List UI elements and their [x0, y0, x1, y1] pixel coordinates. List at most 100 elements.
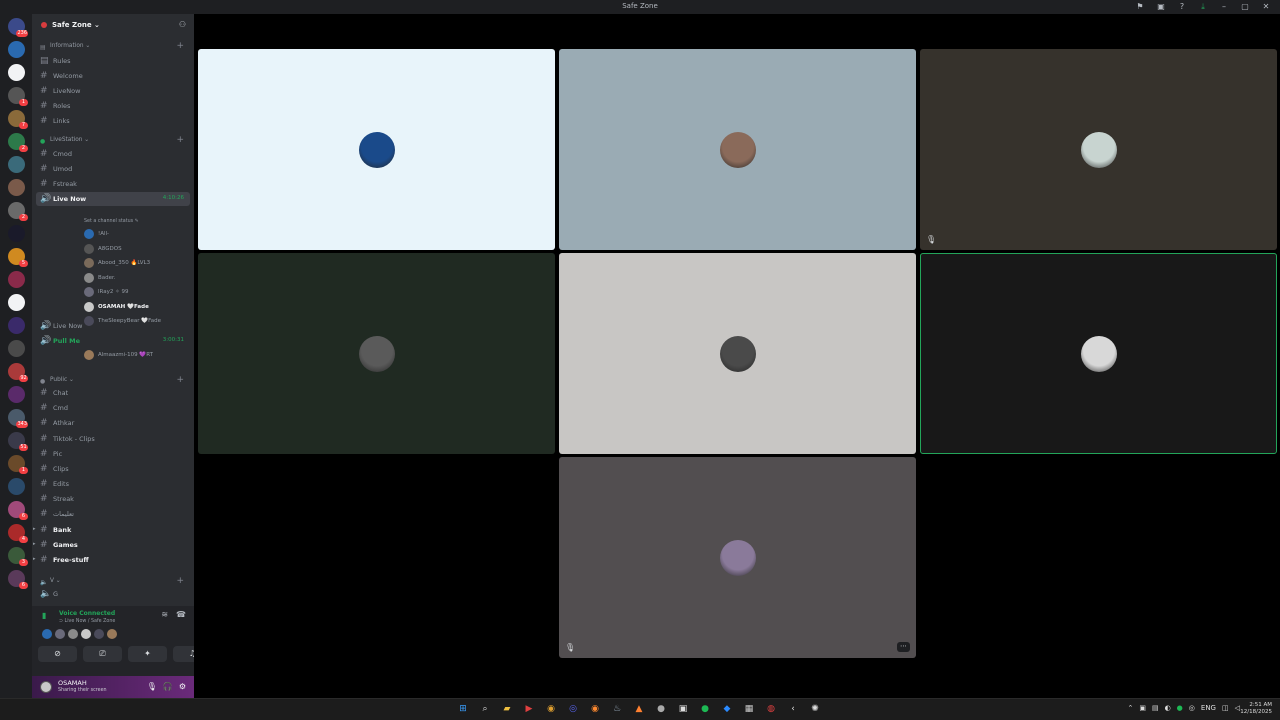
maximize-icon[interactable]: ▢ — [1239, 2, 1251, 12]
server-icon[interactable]: 1 — [8, 87, 28, 106]
firefox-icon[interactable]: ◉ — [587, 702, 603, 717]
channel-pic[interactable]: # Pic — [36, 447, 190, 461]
channel-cmd[interactable]: # Cmd — [36, 401, 190, 415]
server-icon[interactable] — [8, 225, 25, 242]
server-icon[interactable]: 3 — [8, 547, 28, 566]
channel-welcome[interactable]: # Welcome — [36, 69, 190, 83]
channel-rules[interactable]: ▤ Rules — [36, 54, 190, 68]
network-icon[interactable]: ◫ — [1222, 704, 1229, 712]
minimize-icon[interactable]: – — [1218, 2, 1230, 12]
video-app-icon[interactable]: ▶ — [521, 702, 537, 717]
server-icon[interactable]: 2 — [8, 133, 28, 152]
avatar[interactable] — [68, 629, 78, 639]
channel-roles[interactable]: # Roles — [36, 99, 190, 113]
tray-app-icon[interactable]: ▤ — [1152, 704, 1159, 712]
server-icon[interactable] — [8, 294, 25, 311]
back-icon[interactable]: ‹ — [785, 702, 801, 717]
video-tile[interactable] — [920, 253, 1277, 454]
avatar[interactable] — [107, 629, 117, 639]
channel-livenow[interactable]: # LiveNow — [36, 84, 190, 98]
channel-links[interactable]: # Links — [36, 114, 190, 128]
voice-connected-title[interactable]: Voice Connected — [59, 610, 115, 617]
channel-tiktok-clips[interactable]: # Tiktok - Clips — [36, 432, 190, 446]
server-icon[interactable] — [8, 179, 25, 196]
spotify-icon[interactable]: ● — [697, 702, 713, 717]
server-icon[interactable] — [8, 340, 25, 357]
channel-arabic[interactable]: # تعليمات — [36, 507, 190, 521]
guild-header[interactable]: Safe Zone ⌄ ⚇ — [32, 14, 194, 36]
more-options-icon[interactable]: ⋯ — [897, 642, 910, 652]
microphone-icon[interactable]: 🎙 — [147, 682, 157, 691]
video-tile[interactable]: 🎙 ⋯ — [559, 457, 916, 658]
voice-channel-live-now[interactable]: 🔊 Live Now 4:10:26 — [36, 192, 190, 206]
channel-umod[interactable]: # Umod — [36, 162, 190, 176]
noise-suppression-icon[interactable]: ≋ — [161, 610, 168, 619]
tray-app-icon[interactable]: ◎ — [1189, 704, 1195, 712]
discord-icon[interactable]: ◎ — [565, 702, 581, 717]
server-icon[interactable]: 7 — [8, 110, 28, 129]
voice-channel-g[interactable]: 🔈 G — [36, 587, 190, 601]
channel-status[interactable]: Set a channel status ✎ — [84, 219, 139, 224]
terminal-icon[interactable]: ▣ — [675, 702, 691, 717]
chrome-icon[interactable]: ◉ — [543, 702, 559, 717]
file-explorer-icon[interactable]: ▰ — [499, 702, 515, 717]
channel-free-stuff[interactable]: ▸ # Free-stuff — [33, 553, 190, 567]
channel-cmod[interactable]: # Cmod — [36, 147, 190, 161]
server-icon[interactable] — [8, 156, 25, 173]
add-channel-icon[interactable]: + — [176, 41, 184, 51]
add-channel-icon[interactable]: + — [176, 375, 184, 385]
channel-fstreak[interactable]: # Fstreak — [36, 177, 190, 191]
server-icon[interactable] — [8, 64, 25, 81]
voice-channel-pull-me[interactable]: 🔊 Pull Me 3:00:31 — [36, 334, 190, 348]
avatar[interactable] — [81, 629, 91, 639]
server-icon[interactable] — [8, 386, 25, 403]
channel-bank[interactable]: ▸ # Bank — [33, 523, 190, 537]
server-icon[interactable]: 4 — [8, 524, 28, 543]
record-icon[interactable]: ◍ — [763, 702, 779, 717]
language-indicator[interactable]: ENG — [1201, 704, 1216, 712]
category-livestation[interactable]: ● LiveStation ⌄ + — [36, 134, 190, 148]
server-icon[interactable] — [8, 41, 25, 58]
user-name[interactable]: OSAMAH — [58, 679, 87, 687]
steam-icon[interactable]: ♨ — [609, 702, 625, 717]
inbox-icon[interactable]: ⚑ — [1134, 2, 1146, 12]
channel-streak[interactable]: # Streak — [36, 492, 190, 506]
server-icon[interactable] — [8, 317, 25, 334]
signal-icon[interactable]: ▮ — [42, 611, 46, 620]
server-icon[interactable]: 92 — [8, 363, 28, 382]
camera-off-button[interactable]: ⊘ — [38, 646, 77, 662]
video-tile[interactable] — [198, 253, 555, 454]
download-icon[interactable]: ⤓ — [1197, 2, 1209, 12]
tray-app-icon[interactable]: ▣ — [1139, 704, 1146, 712]
channel-athkar[interactable]: # Athkar — [36, 416, 190, 430]
activities-button[interactable]: ✦ — [128, 646, 167, 662]
share-screen-button[interactable]: ⎚ — [83, 646, 122, 662]
close-icon[interactable]: ✕ — [1260, 2, 1272, 12]
volume-icon[interactable]: ◁ — [1235, 704, 1240, 712]
chevron-up-icon[interactable]: ⌃ — [1127, 704, 1133, 712]
server-icon[interactable] — [8, 478, 25, 495]
terminal-2-icon[interactable]: ▦ — [741, 702, 757, 717]
disconnect-icon[interactable]: ☎ — [176, 610, 186, 619]
help-icon[interactable]: ? — [1176, 2, 1188, 12]
voice-channel-live-now-2[interactable]: 🔊 Live Now — [36, 319, 190, 333]
chatgpt-icon[interactable]: ✺ — [807, 702, 823, 717]
category-information[interactable]: ▤ Information ⌄ + — [36, 40, 190, 54]
video-tile[interactable] — [559, 49, 916, 250]
server-icon[interactable]: 1 — [8, 455, 28, 474]
obs-icon[interactable]: ● — [653, 702, 669, 717]
server-icon[interactable]: 343 — [8, 409, 28, 428]
avatar[interactable] — [94, 629, 104, 639]
windows-start-icon[interactable]: ⊞ — [455, 702, 471, 717]
edge-icon[interactable]: ◆ — [719, 702, 735, 717]
taskbar-clock[interactable]: 2:51 AM 12/18/2025 — [1240, 702, 1272, 716]
channel-clips[interactable]: # Clips — [36, 462, 190, 476]
channel-chat[interactable]: # Chat — [36, 386, 190, 400]
server-icon[interactable]: 5 — [8, 248, 28, 267]
channel-games[interactable]: ▸ # Games — [33, 538, 190, 552]
add-channel-icon[interactable]: + — [176, 576, 184, 586]
pip-icon[interactable]: ▣ — [1155, 2, 1167, 12]
server-icon[interactable]: 6 — [8, 501, 28, 520]
search-icon[interactable]: ⌕ — [477, 702, 493, 717]
channel-edits[interactable]: # Edits — [36, 477, 190, 491]
